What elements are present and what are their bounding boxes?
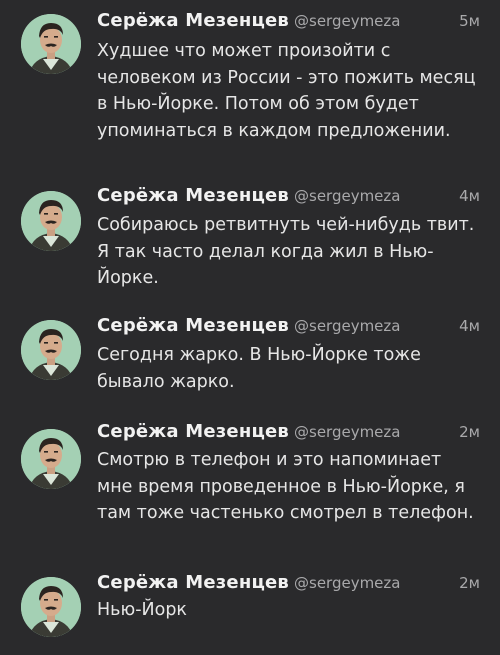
tweet-timeline: Серёжа Мезенцев @sergeymeza 5м Худшее что… — [0, 0, 500, 655]
avatar[interactable] — [21, 429, 81, 489]
author-name[interactable]: Серёжа Мезенцев — [97, 572, 289, 593]
tweet-timestamp: 4м — [459, 187, 480, 205]
user-avatar-icon — [21, 320, 81, 380]
tweet-header: Серёжа Мезенцев @sergeymeza 5м — [97, 10, 484, 36]
avatar[interactable] — [21, 577, 81, 637]
author-handle[interactable]: @sergeymeza — [294, 574, 400, 592]
user-avatar-icon — [21, 14, 81, 74]
author-name[interactable]: Серёжа Мезенцев — [97, 421, 289, 442]
tweet-header: Серёжа Мезенцев @sergeymeza 4м — [97, 315, 484, 341]
user-avatar-icon — [21, 577, 81, 637]
tweet-header: Серёжа Мезенцев @sergeymeza 4м — [97, 185, 484, 211]
author-name[interactable]: Серёжа Мезенцев — [97, 185, 289, 206]
tweet-timestamp: 2м — [459, 574, 480, 592]
tweet-text: Сегодня жарко. В Нью-Йорке тоже бывало ж… — [97, 345, 421, 392]
tweet-item[interactable]: Серёжа Мезенцев @sergeymeza 4м Собираюсь … — [0, 172, 500, 306]
tweet-header: Серёжа Мезенцев @sergeymeza 2м — [97, 421, 484, 447]
author-name[interactable]: Серёжа Мезенцев — [97, 315, 289, 336]
tweet-header: Серёжа Мезенцев @sergeymeza 2м — [97, 572, 484, 598]
tweet-timestamp: 5м — [459, 12, 480, 30]
tweet-timestamp: 2м — [459, 423, 480, 441]
author-handle[interactable]: @sergeymeza — [294, 187, 400, 205]
avatar[interactable] — [21, 320, 81, 380]
tweet-timestamp: 4м — [459, 317, 480, 335]
author-name[interactable]: Серёжа Мезенцев — [97, 10, 289, 31]
tweet-text: Нью-Йорк — [97, 600, 187, 620]
tweet-item[interactable]: Серёжа Мезенцев @sergeymeza 2м Смотрю в т… — [0, 411, 500, 563]
tweet-item[interactable]: Серёжа Мезенцев @sergeymeza 5м Худшее что… — [0, 0, 500, 172]
user-avatar-icon — [21, 429, 81, 489]
tweet-text: Худшее что может произойти с человеком и… — [97, 41, 476, 141]
user-avatar-icon — [21, 191, 81, 251]
tweet-item[interactable]: Серёжа Мезенцев @sergeymeza 4м Сегодня жа… — [0, 306, 500, 411]
author-handle[interactable]: @sergeymeza — [294, 12, 400, 30]
avatar[interactable] — [21, 14, 81, 74]
avatar[interactable] — [21, 191, 81, 251]
author-handle[interactable]: @sergeymeza — [294, 423, 400, 441]
author-handle[interactable]: @sergeymeza — [294, 317, 400, 335]
tweet-text: Собираюсь ретвитнуть чей-нибудь твит. Я … — [97, 215, 475, 288]
tweet-text: Смотрю в телефон и это напоминает мне вр… — [97, 450, 474, 523]
tweet-item[interactable]: Серёжа Мезенцев @sergeymeza 2м Нью-Йорк — [0, 563, 500, 655]
